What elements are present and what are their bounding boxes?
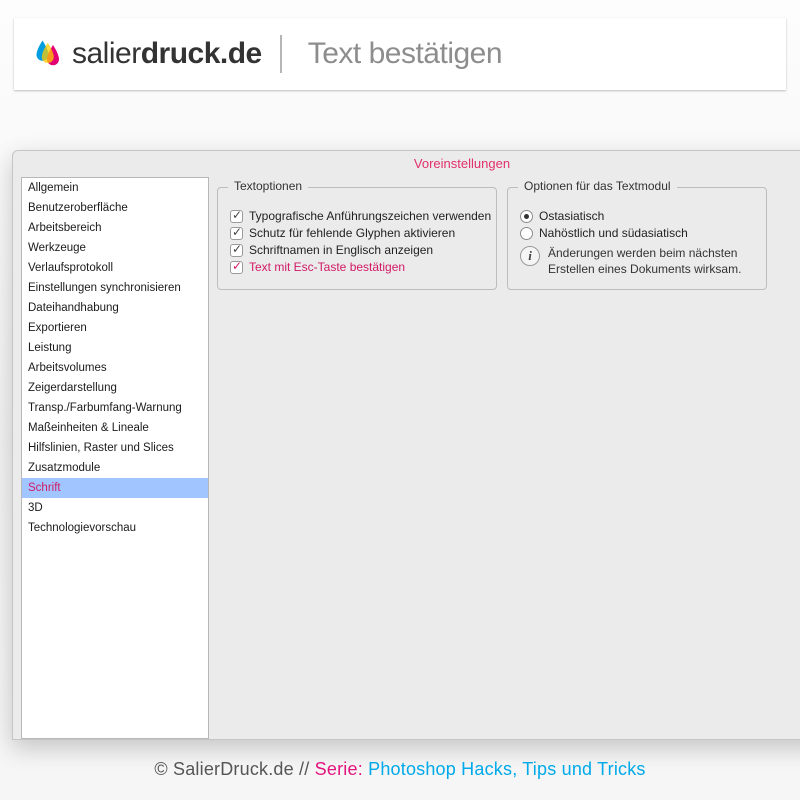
sidebar-item[interactable]: Verlaufsprotokoll bbox=[22, 258, 208, 278]
group-textoptions: Textoptionen Typografische Anführungszei… bbox=[217, 187, 497, 290]
window-title: Voreinstellungen bbox=[13, 151, 800, 177]
footer-serie-label: Serie: bbox=[315, 759, 363, 779]
info-row: i Änderungen werden beim nächsten Erstel… bbox=[520, 246, 754, 277]
radio-row[interactable]: Ostasiatisch bbox=[520, 209, 754, 223]
checkbox-label: Text mit Esc-Taste bestätigen bbox=[249, 260, 405, 274]
sidebar-item[interactable]: Schrift bbox=[22, 478, 208, 498]
sidebar-item[interactable]: Zeigerdarstellung bbox=[22, 378, 208, 398]
group-legend-textoptions: Textoptionen bbox=[228, 179, 308, 193]
footer-copyright: © SalierDruck.de // bbox=[154, 759, 309, 779]
brand-light: salier bbox=[72, 37, 141, 70]
sidebar-item[interactable]: Allgemein bbox=[22, 178, 208, 198]
brand-name: salierdruck.de bbox=[72, 37, 262, 71]
radio-label: Ostasiatisch bbox=[539, 209, 604, 223]
textmodule-radios: Ostasiatisch Nahöstlich und südasiatisch bbox=[520, 209, 754, 240]
footer-caption: © SalierDruck.de // Serie: Photoshop Hac… bbox=[0, 759, 800, 780]
preferences-window: Voreinstellungen AllgemeinBenutzeroberfl… bbox=[12, 150, 800, 740]
panels-area: Textoptionen Typografische Anführungszei… bbox=[217, 177, 800, 739]
sidebar-item[interactable]: Zusatzmodule bbox=[22, 458, 208, 478]
sidebar-item[interactable]: Hilfslinien, Raster und Slices bbox=[22, 438, 208, 458]
sidebar-item[interactable]: Technologievorschau bbox=[22, 518, 208, 538]
radio-label: Nahöstlich und südasiatisch bbox=[539, 226, 688, 240]
sidebar-item[interactable]: Leistung bbox=[22, 338, 208, 358]
info-icon: i bbox=[520, 246, 540, 266]
sidebar-item[interactable]: Arbeitsbereich bbox=[22, 218, 208, 238]
brand-bold: druck.de bbox=[141, 37, 262, 70]
textoptions-list: Typografische Anführungszeichen verwende… bbox=[230, 209, 484, 274]
radio-icon[interactable] bbox=[520, 210, 533, 223]
sidebar-item[interactable]: Einstellungen synchronisieren bbox=[22, 278, 208, 298]
info-note: Änderungen werden beim nächsten Erstelle… bbox=[548, 246, 754, 277]
preferences-body: AllgemeinBenutzeroberflächeArbeitsbereic… bbox=[13, 177, 800, 739]
sidebar-item[interactable]: Arbeitsvolumes bbox=[22, 358, 208, 378]
radio-row[interactable]: Nahöstlich und südasiatisch bbox=[520, 226, 754, 240]
header-divider bbox=[280, 35, 282, 73]
sidebar-item[interactable]: Dateihandhabung bbox=[22, 298, 208, 318]
page-header: salierdruck.de Text bestätigen bbox=[14, 18, 786, 90]
sidebar-item[interactable]: Exportieren bbox=[22, 318, 208, 338]
checkbox-label: Typografische Anführungszeichen verwende… bbox=[249, 209, 491, 223]
category-sidebar[interactable]: AllgemeinBenutzeroberflächeArbeitsbereic… bbox=[21, 177, 209, 739]
sidebar-item[interactable]: Benutzeroberfläche bbox=[22, 198, 208, 218]
checkbox-row[interactable]: Schriftnamen in Englisch anzeigen bbox=[230, 243, 484, 257]
logo-icon bbox=[32, 39, 62, 69]
checkbox-icon[interactable] bbox=[230, 210, 243, 223]
sidebar-item[interactable]: Transp./Farbumfang-Warnung bbox=[22, 398, 208, 418]
sidebar-item[interactable]: 3D bbox=[22, 498, 208, 518]
page-subtitle: Text bestätigen bbox=[308, 37, 502, 71]
checkbox-label: Schriftnamen in Englisch anzeigen bbox=[249, 243, 433, 257]
sidebar-item[interactable]: Werkzeuge bbox=[22, 238, 208, 258]
footer-topic: Photoshop Hacks, Tips und Tricks bbox=[368, 759, 646, 779]
group-legend-textmodule: Optionen für das Textmodul bbox=[518, 179, 677, 193]
checkbox-icon[interactable] bbox=[230, 244, 243, 257]
checkbox-icon[interactable] bbox=[230, 261, 243, 274]
checkbox-label: Schutz für fehlende Glyphen aktivieren bbox=[249, 226, 455, 240]
radio-icon[interactable] bbox=[520, 227, 533, 240]
checkbox-icon[interactable] bbox=[230, 227, 243, 240]
group-textmodule: Optionen für das Textmodul OstasiatischN… bbox=[507, 187, 767, 290]
checkbox-row[interactable]: Typografische Anführungszeichen verwende… bbox=[230, 209, 484, 223]
checkbox-row[interactable]: Text mit Esc-Taste bestätigen bbox=[230, 260, 484, 274]
sidebar-item[interactable]: Maßeinheiten & Lineale bbox=[22, 418, 208, 438]
checkbox-row[interactable]: Schutz für fehlende Glyphen aktivieren bbox=[230, 226, 484, 240]
